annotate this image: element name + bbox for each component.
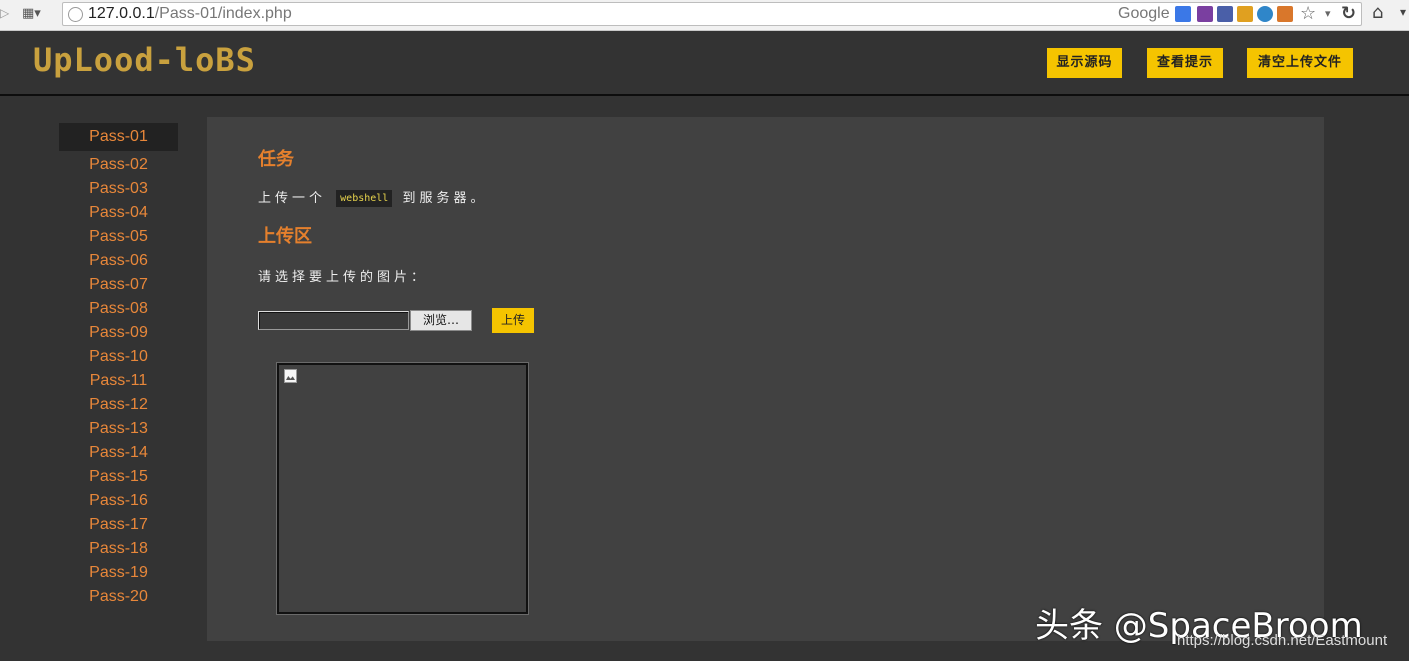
reload-icon[interactable]: ↻	[1341, 3, 1356, 24]
task-code: webshell	[336, 190, 393, 207]
sidebar-item-pass-14[interactable]: Pass-14	[59, 439, 178, 463]
sidebar-item-pass-04[interactable]: Pass-04	[59, 199, 178, 223]
search-engine-label: Google	[1118, 5, 1170, 22]
url-text[interactable]: 127.0.0.1/Pass-01/index.php	[88, 5, 292, 23]
sidebar-item-pass-10[interactable]: Pass-10	[59, 343, 178, 367]
main-panel: 任务 上传一个 webshell 到服务器。 上传区 请选择要上传的图片： 浏览…	[207, 117, 1324, 641]
browse-button[interactable]: 浏览…	[410, 310, 472, 331]
home-icon[interactable]: ⌂	[1372, 2, 1383, 23]
sidebar-item-pass-13[interactable]: Pass-13	[59, 415, 178, 439]
sidebar-item-pass-19[interactable]: Pass-19	[59, 559, 178, 583]
file-path-field[interactable]	[258, 311, 409, 330]
upload-button[interactable]: 上传	[492, 308, 534, 333]
sidebar-item-pass-07[interactable]: Pass-07	[59, 271, 178, 295]
sidebar-item-pass-12[interactable]: Pass-12	[59, 391, 178, 415]
upload-title: 上传区	[258, 226, 312, 247]
globe-icon	[68, 7, 83, 22]
forward-icon[interactable]: ▷	[0, 6, 9, 20]
menu-icon[interactable]: ▾	[1400, 5, 1406, 19]
url-path: /Pass-01/index.php	[154, 5, 292, 22]
sidebar-item-pass-02[interactable]: Pass-02	[59, 151, 178, 175]
sidebar-item-pass-15[interactable]: Pass-15	[59, 463, 178, 487]
image-preview	[276, 362, 529, 615]
sidebar-item-pass-01[interactable]: Pass-01	[59, 123, 178, 151]
task-description: 上传一个 webshell 到服务器。	[258, 187, 487, 207]
upload-prompt: 请选择要上传的图片：	[258, 270, 429, 285]
bookmark-star-icon[interactable]: ☆	[1300, 3, 1316, 24]
sidebar-item-pass-03[interactable]: Pass-03	[59, 175, 178, 199]
address-bar[interactable]: 127.0.0.1/Pass-01/index.php Google ☆ ▾ ↻	[62, 2, 1362, 26]
view-hint-button[interactable]: 查看提示	[1147, 48, 1223, 78]
sidebar-item-pass-05[interactable]: Pass-05	[59, 223, 178, 247]
watermark-url: https://blog.csdn.net/Eastmount	[1177, 632, 1388, 649]
sidebar-item-pass-20[interactable]: Pass-20	[59, 583, 178, 607]
sidebar-item-pass-09[interactable]: Pass-09	[59, 319, 178, 343]
sidebar-item-pass-06[interactable]: Pass-06	[59, 247, 178, 271]
task-suffix: 到服务器。	[402, 191, 488, 206]
clear-uploads-button[interactable]: 清空上传文件	[1247, 48, 1353, 78]
task-prefix: 上传一个	[258, 191, 327, 206]
apps-grid-icon[interactable]: ▦▾	[22, 6, 41, 21]
sidebar-item-pass-18[interactable]: Pass-18	[59, 535, 178, 559]
site-header: UpLood-loBS 显示源码 查看提示 清空上传文件	[0, 31, 1409, 96]
task-title: 任务	[258, 149, 294, 170]
sidebar-nav: Pass-01 Pass-02 Pass-03 Pass-04 Pass-05 Pass-…	[59, 123, 178, 607]
sidebar-item-pass-16[interactable]: Pass-16	[59, 487, 178, 511]
extension-php-icon[interactable]	[1217, 6, 1233, 22]
extension-moon-icon[interactable]	[1257, 6, 1273, 22]
show-source-button[interactable]: 显示源码	[1047, 48, 1122, 78]
extension-home-icon[interactable]	[1277, 6, 1293, 22]
chevron-down-icon[interactable]: ▾	[1325, 7, 1331, 20]
sidebar-item-pass-17[interactable]: Pass-17	[59, 511, 178, 535]
browser-toolbar: ▷ ▦▾ 127.0.0.1/Pass-01/index.php Google …	[0, 0, 1409, 31]
sidebar-item-pass-11[interactable]: Pass-11	[59, 367, 178, 391]
site-logo[interactable]: UpLood-loBS	[33, 42, 256, 78]
broken-image-icon	[284, 369, 297, 383]
url-host: 127.0.0.1	[88, 5, 155, 22]
google-search-icon[interactable]	[1175, 6, 1191, 22]
extension-windows-icon[interactable]	[1237, 6, 1253, 22]
sidebar-item-pass-08[interactable]: Pass-08	[59, 295, 178, 319]
extension-feather-icon[interactable]	[1197, 6, 1213, 22]
